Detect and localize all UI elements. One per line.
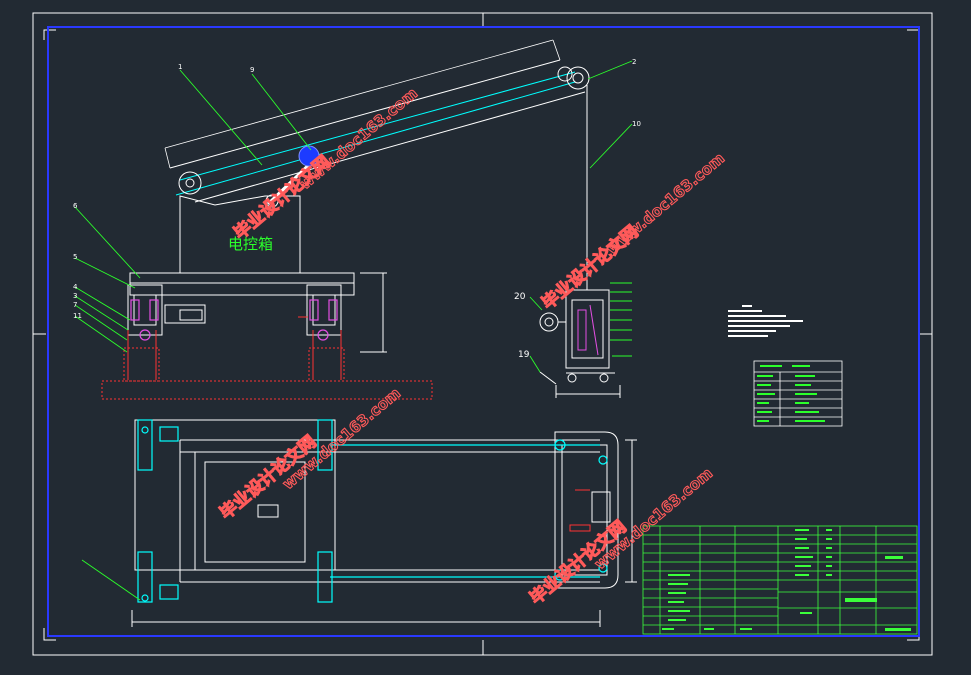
drawing-border: [47, 26, 920, 637]
title-block: [642, 525, 918, 635]
chassis-plan-view: [131, 419, 637, 627]
part-number-9: 9: [250, 66, 254, 74]
watermark-url-3: www.doc163.com: [279, 384, 404, 493]
part-number-19: 19: [518, 350, 530, 360]
cad-drawing: 电控箱 1 9 2 10 6 5 4 3 7 11 20 19 毕业设计论文网 …: [32, 12, 933, 656]
watermark-url-1: www.doc163.com: [296, 84, 421, 193]
part-number-1: 1: [178, 63, 182, 71]
technical-requirements: [728, 305, 803, 337]
sheet-frame: [32, 12, 933, 656]
hook-block-parts: [577, 304, 599, 356]
part-number-5: 5: [73, 253, 77, 261]
part-number-3: 3: [73, 292, 77, 300]
part-number-11: 11: [73, 312, 82, 320]
part-number-2: 2: [632, 58, 636, 66]
plan-wheels: [137, 419, 608, 603]
cad-drawing-canvas: 电控箱 1 9 2 10 6 5 4 3 7 11 20 19 毕业设计论文网 …: [0, 0, 971, 671]
part-number-6: 6: [73, 202, 78, 210]
plan-red-marks: [569, 489, 591, 532]
part-number-7: 7: [73, 301, 77, 309]
chassis-front-view: [127, 272, 387, 353]
part-number-10: 10: [632, 120, 641, 128]
part-number-20: 20: [514, 292, 526, 302]
watermarks: 毕业设计论文网 www.doc163.com 毕业设计论文网 www.doc16…: [215, 84, 728, 610]
watermark-url-2: www.doc163.com: [603, 149, 728, 258]
part-number-4: 4: [73, 283, 78, 291]
boom-dimension: [164, 39, 561, 169]
parameter-table-text: [757, 365, 825, 422]
